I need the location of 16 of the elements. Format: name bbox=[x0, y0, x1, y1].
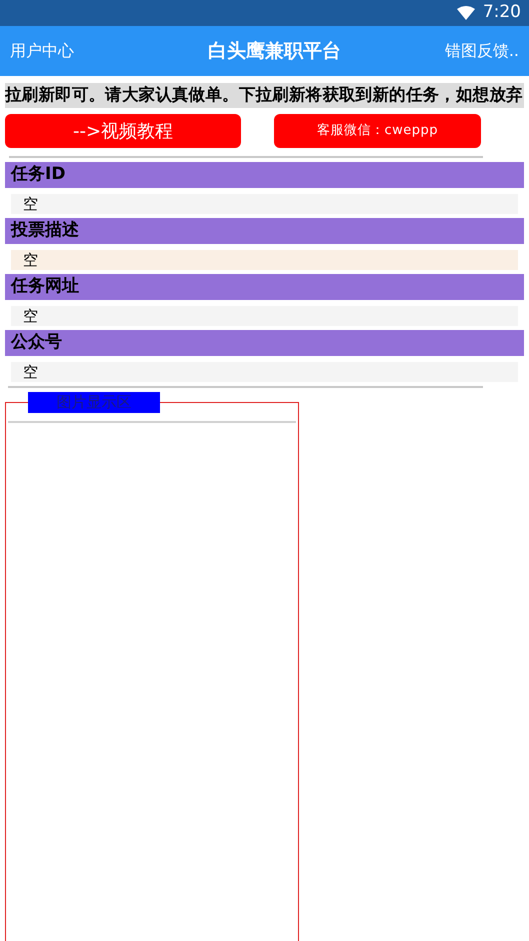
value-field: 空 bbox=[11, 362, 518, 382]
feedback-button[interactable]: 错图反馈.. bbox=[444, 39, 519, 63]
clock: 7:20 bbox=[482, 1, 521, 24]
value-field: 空 bbox=[11, 306, 518, 326]
value-field: 空 bbox=[11, 250, 518, 270]
section-header: 公众号 bbox=[5, 330, 524, 356]
wechat-service-button[interactable]: 客服微信：cweppp bbox=[274, 114, 481, 148]
value-field: 空 bbox=[11, 194, 518, 214]
app-title: 白头鹰兼职平台 bbox=[206, 38, 341, 64]
user-center-button[interactable]: 用户中心 bbox=[10, 39, 74, 63]
video-tutorial-button[interactable]: -->视频教程 bbox=[5, 114, 241, 148]
wifi-icon bbox=[456, 6, 475, 20]
section-header: 任务网址 bbox=[5, 274, 524, 300]
section-header: 任务ID bbox=[5, 162, 524, 188]
section-header: 投票描述 bbox=[5, 218, 524, 244]
panel-legend: 图片显示区 bbox=[28, 392, 160, 413]
